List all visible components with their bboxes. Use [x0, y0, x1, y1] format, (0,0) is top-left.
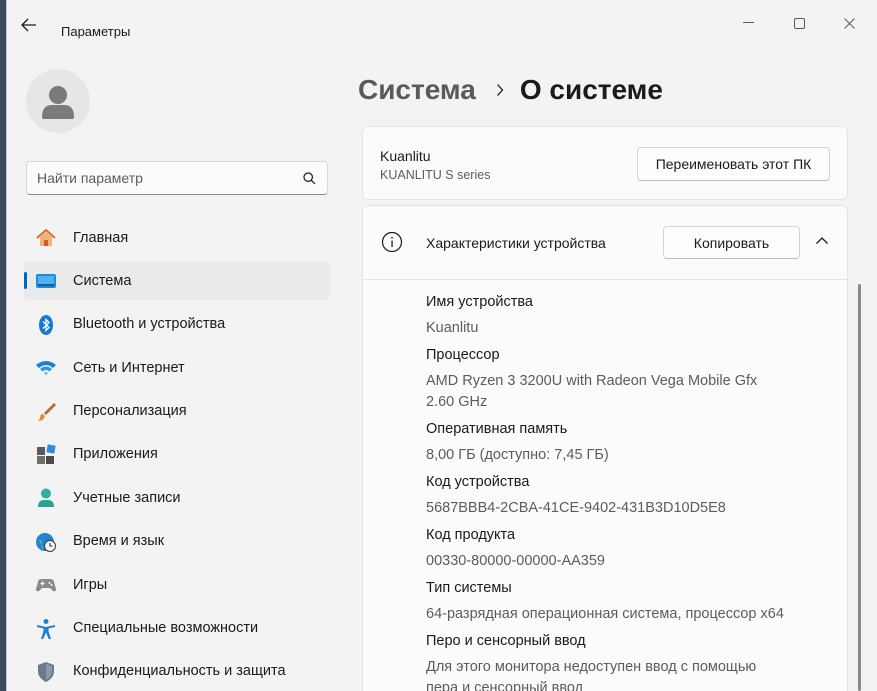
- scrollbar[interactable]: [858, 284, 861, 691]
- spec-label-pen-touch: Перо и сенсорный ввод: [426, 633, 586, 649]
- gamepad-icon: [36, 579, 56, 592]
- sidebar-item-privacy[interactable]: Конфиденциальность и защита: [24, 652, 330, 691]
- breadcrumb-parent[interactable]: Система: [358, 74, 476, 106]
- sidebar-item-accessibility[interactable]: Специальные возможности: [24, 609, 330, 648]
- sidebar-item-label: Главная: [73, 229, 129, 246]
- spec-label-system-type: Тип системы: [426, 580, 512, 596]
- shield-icon: [38, 661, 54, 682]
- chevron-right-icon: [496, 84, 504, 96]
- sidebar-item-label: Специальные возможности: [73, 620, 259, 637]
- wifi-icon: [36, 361, 56, 376]
- device-specs-card: Характеристики устройства Копировать Имя…: [362, 205, 848, 691]
- spec-value-device-id: 5687BBB4-2CBA-41CE-9402-431B3D10D5E8: [426, 500, 726, 516]
- sidebar-item-label: Игры: [73, 576, 108, 593]
- close-button[interactable]: [826, 8, 872, 38]
- search-input[interactable]: [37, 169, 287, 187]
- sidebar-item-home[interactable]: Главная: [24, 218, 330, 257]
- settings-window: Параметры Главная: [6, 0, 877, 691]
- page-title: О системе: [519, 74, 663, 105]
- user-avatar-icon: [42, 86, 74, 119]
- sidebar-item-label: Учетные записи: [73, 489, 181, 506]
- device-name: Kuanlitu: [380, 148, 431, 164]
- spec-value-processor: AMD Ryzen 3 3200U with Radeon Vega Mobil…: [426, 373, 758, 410]
- sidebar-item-bluetooth[interactable]: Bluetooth и устройства: [24, 305, 330, 344]
- system-icon: [36, 274, 56, 289]
- sidebar-item-label: Персонализация: [73, 403, 187, 420]
- sidebar-item-personalization[interactable]: Персонализация: [24, 392, 330, 431]
- spec-value-product-id: 00330-80000-00000-AA359: [426, 553, 605, 569]
- maximize-button[interactable]: [776, 8, 822, 38]
- bluetooth-icon: [39, 314, 53, 335]
- title-bar: Параметры: [7, 0, 877, 46]
- back-button[interactable]: [21, 18, 43, 34]
- breadcrumb: Система О системе: [358, 70, 663, 110]
- sidebar-item-time-language[interactable]: Время и язык: [24, 522, 330, 561]
- chevron-up-icon[interactable]: [815, 236, 829, 245]
- apps-icon: [37, 444, 56, 464]
- sidebar-item-apps[interactable]: Приложения: [24, 435, 330, 474]
- spec-label-device-name: Имя устройства: [426, 294, 533, 310]
- copy-button[interactable]: Копировать: [663, 226, 800, 259]
- device-specs-title: Характеристики устройства: [426, 235, 606, 251]
- device-name-card: Kuanlitu KUANLITU S series Переименовать…: [362, 126, 848, 200]
- device-specs-list: Имя устройства Kuanlitu Процессор AMD Ry…: [426, 292, 826, 691]
- sidebar-item-label: Время и язык: [73, 533, 165, 550]
- spec-label-ram: Оперативная память: [426, 421, 568, 437]
- spec-value-device-name: Kuanlitu: [426, 320, 479, 336]
- minimize-button[interactable]: [725, 8, 771, 38]
- spec-value-ram: 8,00 ГБ (доступно: 7,45 ГБ): [426, 447, 609, 463]
- spec-label-device-id: Код устройства: [426, 474, 530, 490]
- minimize-icon: [742, 22, 754, 23]
- rename-pc-button[interactable]: Переименовать этот ПК: [637, 147, 830, 181]
- spec-value-pen-touch: Для этого монитора недоступен ввод с пом…: [426, 659, 757, 691]
- sidebar-item-label: Сеть и Интернет: [73, 359, 185, 376]
- device-specs-header[interactable]: Характеристики устройства Копировать: [363, 206, 847, 280]
- maximize-icon: [793, 17, 805, 29]
- sidebar-nav: Главная Система Bluetooth и устройства С…: [24, 218, 330, 691]
- account-icon: [38, 488, 54, 508]
- sidebar-item-label: Система: [73, 272, 132, 289]
- sidebar-item-accounts[interactable]: Учетные записи: [24, 478, 330, 517]
- spec-value-system-type: 64-разрядная операционная система, проце…: [426, 606, 784, 622]
- sidebar-item-label: Приложения: [73, 446, 158, 463]
- sidebar-item-network[interactable]: Сеть и Интернет: [24, 348, 330, 387]
- app-title: Параметры: [61, 24, 131, 39]
- device-model: KUANLITU S series: [380, 168, 491, 182]
- sidebar-item-label: Bluetooth и устройства: [73, 316, 226, 333]
- search-box[interactable]: [26, 161, 328, 195]
- sidebar-item-system[interactable]: Система: [24, 261, 330, 301]
- globe-clock-icon: [36, 532, 56, 552]
- back-arrow-icon: [21, 18, 36, 32]
- accessibility-icon: [37, 618, 55, 639]
- sidebar-item-gaming[interactable]: Игры: [24, 565, 330, 604]
- avatar[interactable]: [26, 69, 90, 133]
- brush-icon: [38, 402, 56, 421]
- spec-label-processor: Процессор: [426, 347, 500, 363]
- home-icon: [36, 229, 56, 246]
- spec-label-product-id: Код продукта: [426, 527, 516, 543]
- close-icon: [843, 17, 855, 29]
- search-icon[interactable]: [303, 172, 316, 185]
- info-icon: [381, 231, 403, 253]
- sidebar-item-label: Конфиденциальность и защита: [73, 663, 286, 680]
